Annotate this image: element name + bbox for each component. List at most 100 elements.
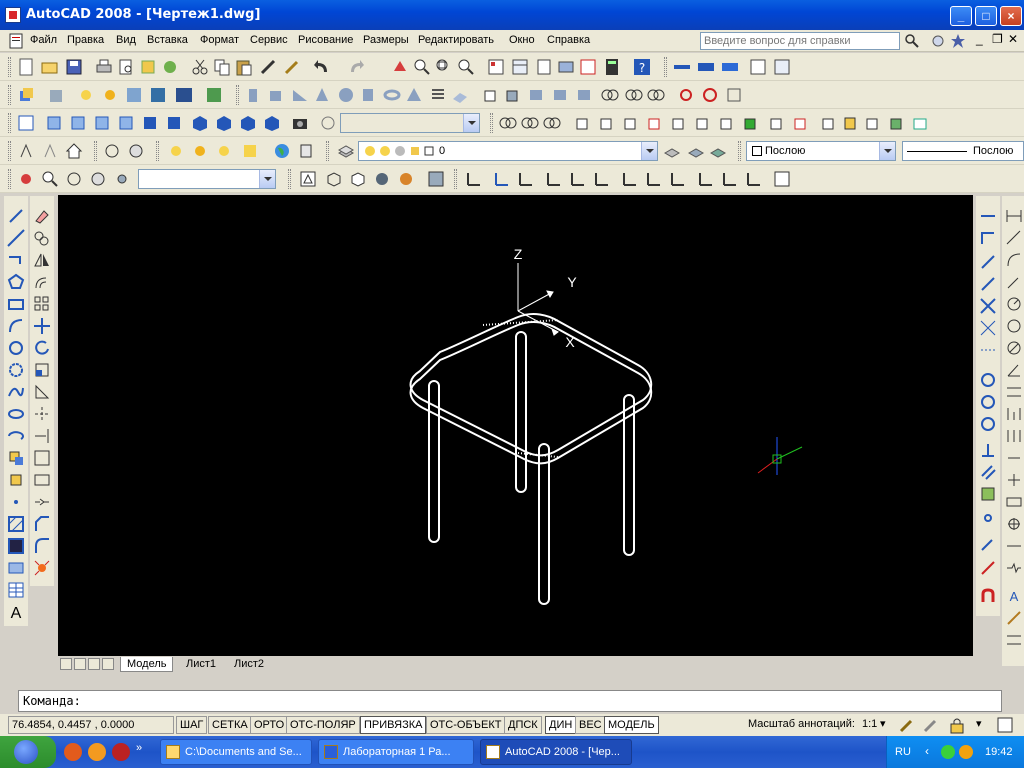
redo-icon[interactable] xyxy=(346,57,366,77)
right-view-icon[interactable] xyxy=(116,113,136,133)
union-icon[interactable] xyxy=(600,85,620,105)
visual-style-icon[interactable] xyxy=(46,85,66,105)
copy-icon[interactable] xyxy=(212,57,232,77)
ucs-apply-icon[interactable] xyxy=(772,169,792,189)
layer-previous-icon[interactable] xyxy=(686,141,706,161)
sweep-icon[interactable] xyxy=(526,85,546,105)
doc-close-button[interactable]: ✕ xyxy=(1008,32,1018,46)
join-icon[interactable] xyxy=(32,492,52,512)
snap-perpendicular-icon[interactable] xyxy=(978,440,998,460)
sw-iso-icon[interactable] xyxy=(190,113,210,133)
ducs-toggle[interactable]: ДПСК xyxy=(504,716,542,734)
color-select[interactable]: Послою xyxy=(746,141,896,161)
mleader-style-icon[interactable] xyxy=(772,57,792,77)
rotate-icon[interactable] xyxy=(32,338,52,358)
union-icon-2[interactable] xyxy=(498,113,518,133)
render-environment-icon[interactable] xyxy=(204,85,224,105)
solid-edit-icon[interactable] xyxy=(886,113,906,133)
ucs-previous-icon[interactable] xyxy=(516,169,536,189)
inspection-icon[interactable] xyxy=(1004,536,1024,556)
plot-preview-icon[interactable] xyxy=(116,57,136,77)
subtract-icon-2[interactable] xyxy=(520,113,540,133)
light-spot-icon[interactable] xyxy=(190,141,210,161)
annotation-visibility-icon[interactable] xyxy=(898,716,916,734)
3d-align-icon[interactable] xyxy=(724,85,744,105)
cylinder-icon[interactable] xyxy=(358,85,378,105)
spline-icon[interactable] xyxy=(6,382,26,402)
point-icon[interactable] xyxy=(6,492,26,512)
camera-icon[interactable] xyxy=(290,113,310,133)
drawing-canvas[interactable]: Z Y X xyxy=(58,195,973,656)
clean-icon[interactable] xyxy=(790,113,810,133)
snap-apparent-intersection-icon[interactable] xyxy=(978,318,998,338)
visual-style-select[interactable] xyxy=(138,169,276,189)
trim-icon[interactable] xyxy=(32,404,52,424)
otrack-toggle[interactable]: ОТС-ОБЪЕКТ xyxy=(426,716,506,734)
block-editor-icon[interactable] xyxy=(282,57,302,77)
dim-radius-icon[interactable] xyxy=(1004,294,1024,314)
box-icon[interactable] xyxy=(266,85,286,105)
dyn-toggle[interactable]: ДИН xyxy=(545,716,577,734)
polysolid-icon[interactable] xyxy=(244,85,264,105)
tray-network-icon[interactable] xyxy=(941,745,955,759)
model-toggle[interactable]: МОДЕЛЬ xyxy=(604,716,659,734)
status-menu-icon[interactable]: ▾ xyxy=(976,717,982,730)
menu-format[interactable]: Формат xyxy=(200,34,239,46)
zoom-realtime-icon[interactable] xyxy=(412,57,432,77)
arc-icon[interactable] xyxy=(6,316,26,336)
snap-from-icon[interactable] xyxy=(978,228,998,248)
menu-edit[interactable]: Правка xyxy=(67,34,104,46)
stretch-icon[interactable] xyxy=(32,382,52,402)
table-legs[interactable] xyxy=(428,331,635,605)
menu-tools[interactable]: Сервис xyxy=(250,34,288,46)
lineweight-toggle[interactable]: ВЕС xyxy=(575,716,606,734)
snap-parallel-icon[interactable] xyxy=(978,462,998,482)
back-view-icon[interactable] xyxy=(164,113,184,133)
language-indicator[interactable]: RU xyxy=(895,746,911,758)
menu-draw[interactable]: Рисование xyxy=(298,34,353,46)
table-style-icon[interactable] xyxy=(748,57,768,77)
ucs-3point-icon[interactable] xyxy=(668,169,688,189)
chevron-down-icon[interactable]: ▾ xyxy=(880,717,886,730)
auto-scale-icon[interactable] xyxy=(922,716,940,734)
bottom-view-icon[interactable] xyxy=(68,113,88,133)
grid-toggle[interactable]: СЕТКА xyxy=(208,716,252,734)
light-point-icon[interactable] xyxy=(166,141,186,161)
dim-aligned-icon[interactable] xyxy=(1004,228,1024,248)
pan-realtime-icon[interactable] xyxy=(390,57,410,77)
dim-baseline-icon[interactable] xyxy=(1004,404,1024,424)
circle-icon[interactable] xyxy=(6,338,26,358)
workspace-settings-icon[interactable] xyxy=(40,141,60,161)
communication-icon[interactable] xyxy=(930,33,946,49)
3d-wireframe-icon[interactable] xyxy=(324,169,344,189)
publish-icon[interactable] xyxy=(138,57,158,77)
polyline-icon[interactable] xyxy=(6,250,26,270)
dim-edit-icon[interactable]: A xyxy=(1004,586,1024,606)
new-file-icon[interactable] xyxy=(16,57,36,77)
ucs-y-icon[interactable] xyxy=(720,169,740,189)
menu-modify[interactable]: Редактировать xyxy=(418,34,494,46)
snap-tangent-icon[interactable] xyxy=(978,414,998,434)
globe-icon[interactable] xyxy=(272,141,292,161)
walk-icon[interactable] xyxy=(88,169,108,189)
copy-faces-icon[interactable] xyxy=(716,113,736,133)
light-distant-icon[interactable] xyxy=(214,141,234,161)
dim-arc-length-icon[interactable] xyxy=(1004,250,1024,270)
menu-window[interactable]: Окно xyxy=(509,34,535,46)
save-icon[interactable] xyxy=(64,57,84,77)
construction-line-icon[interactable] xyxy=(6,228,26,248)
ucs-object-icon[interactable] xyxy=(568,169,588,189)
snap-temp-track-icon[interactable] xyxy=(978,206,998,226)
tab-layout2[interactable]: Лист2 xyxy=(228,657,270,672)
se-iso-icon[interactable] xyxy=(214,113,234,133)
dim-linear-v-icon[interactable] xyxy=(1004,206,1024,226)
named-view-select[interactable] xyxy=(340,113,480,133)
dim-diameter-icon[interactable] xyxy=(1004,338,1024,358)
ucs-zaxis-icon[interactable] xyxy=(644,169,664,189)
autocad-app-icon[interactable] xyxy=(5,7,21,23)
snap-nearest-icon[interactable] xyxy=(978,536,998,556)
menu-help[interactable]: Справка xyxy=(547,34,590,46)
tab-layout1[interactable]: Лист1 xyxy=(180,657,222,672)
hatch-icon[interactable] xyxy=(6,514,26,534)
erase-icon[interactable] xyxy=(32,206,52,226)
